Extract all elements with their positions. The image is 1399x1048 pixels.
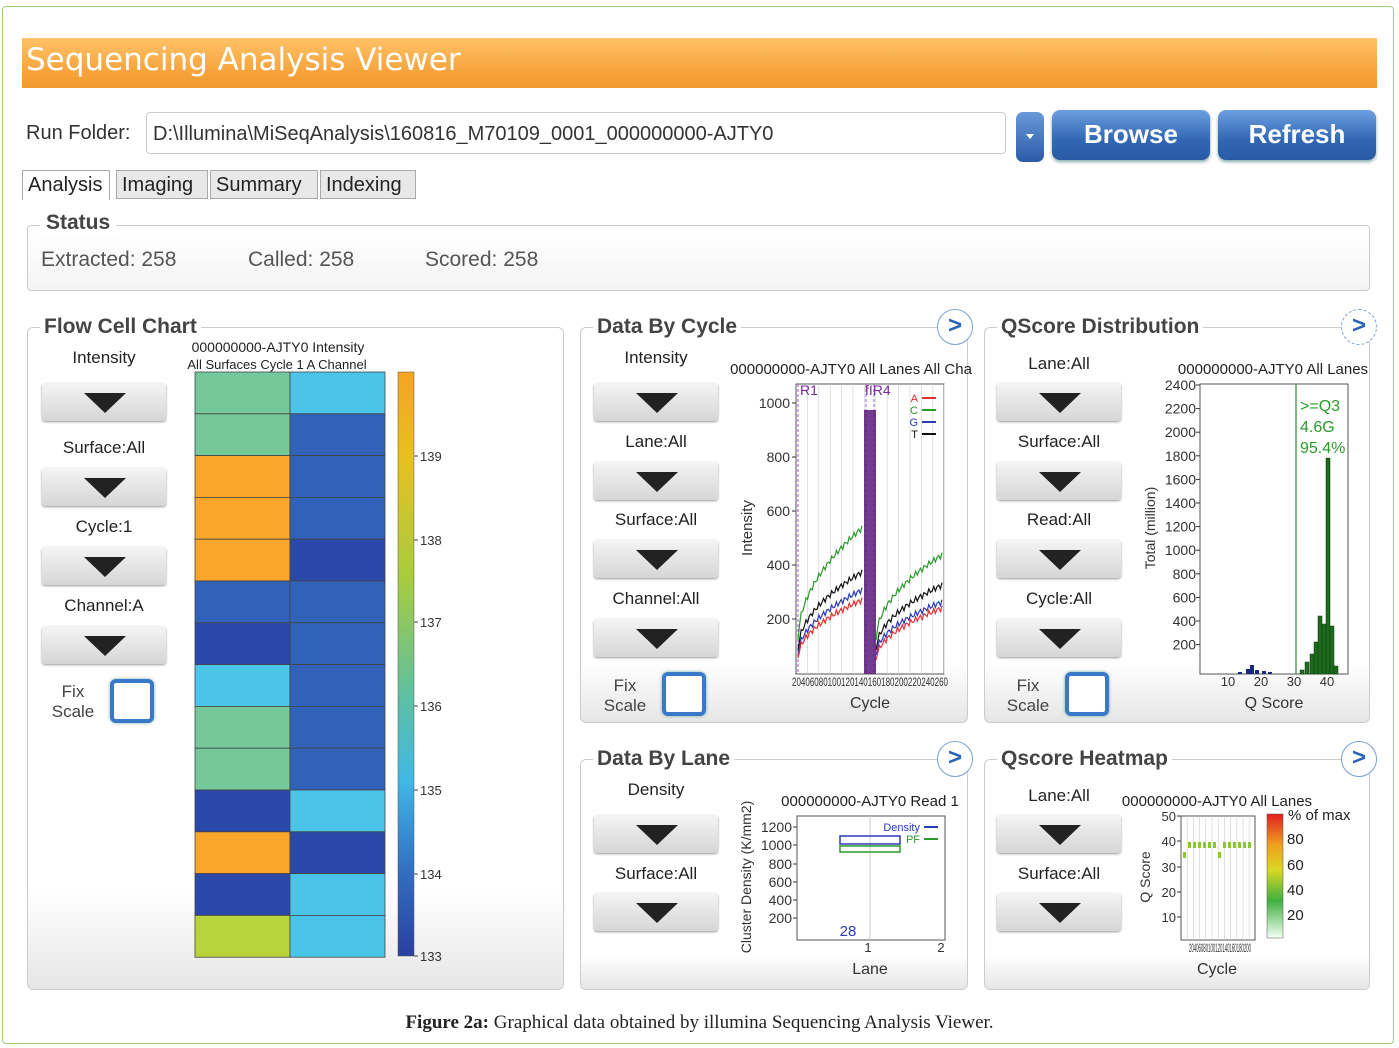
flowcell-tile — [289, 496, 386, 540]
cycle-lane-dropdown[interactable] — [594, 462, 718, 500]
cycle-surface-dropdown[interactable] — [594, 540, 718, 578]
qdist-surface-label: Surface:All — [1017, 432, 1101, 451]
flowcell-scale-tick-label: 135 — [420, 783, 442, 798]
flowcell-tile — [194, 371, 291, 415]
flowcell-tile — [194, 873, 291, 916]
flowcell-scale-tick-label: 134 — [420, 867, 442, 882]
data-by-cycle-title: Data By Cycle — [593, 315, 742, 339]
cycle-fix-scale-checkbox[interactable] — [662, 672, 706, 716]
flowcell-scale-tick-label: 138 — [420, 533, 442, 548]
heatmap-surface-dropdown[interactable] — [997, 893, 1121, 931]
flowcell-tile — [289, 789, 386, 833]
flowcell-tile — [194, 622, 291, 665]
flowcell-tile — [194, 915, 291, 958]
flowcell-tile — [289, 873, 386, 916]
flowcell-tile — [194, 580, 291, 624]
cycle-metric-dropdown[interactable] — [594, 383, 718, 421]
lane-surface-dropdown[interactable] — [594, 893, 718, 931]
flowcell-tile — [289, 831, 386, 874]
qdist-surface-dropdown[interactable] — [997, 462, 1121, 500]
qscore-heatmap-title: Qscore Heatmap — [997, 747, 1172, 771]
qdist-fix-scale-label: Fix Scale — [1006, 676, 1050, 715]
flowcell-tile — [194, 538, 291, 582]
flowcell-tile — [194, 413, 291, 456]
qdist-cycle-label: Cycle:All — [1025, 589, 1093, 608]
flowcell-tile — [289, 580, 386, 624]
cycle-surface-label: Surface:All — [614, 510, 698, 529]
figure-caption: Figure 2a: Graphical data obtained by il… — [405, 1012, 994, 1033]
heatmap-lane-label: Lane:All — [1028, 786, 1090, 805]
flowcell-tile — [289, 455, 386, 498]
flowcell-tile — [289, 747, 386, 791]
cycle-metric-label: Intensity — [624, 348, 688, 367]
cycle-lane-label: Lane:All — [625, 432, 687, 451]
flowcell-scale-ticks: 139 138 137 136 135 134 133 — [414, 449, 442, 964]
flowcell-tile — [194, 747, 291, 791]
flowcell-tile — [289, 915, 386, 958]
flowcell-tile — [289, 706, 386, 749]
qdist-cycle-dropdown[interactable] — [997, 619, 1121, 657]
flowcell-tile — [194, 496, 291, 540]
qscore-distribution-title: QScore Distribution — [997, 315, 1204, 339]
flowcell-tile — [194, 664, 291, 707]
cycle-channel-dropdown[interactable] — [594, 619, 718, 657]
lane-surface-label: Surface:All — [614, 864, 698, 883]
flowcell-tile — [289, 538, 386, 582]
qdist-lane-dropdown[interactable] — [997, 383, 1121, 421]
flowcell-tile — [289, 371, 386, 415]
qdist-fix-scale-checkbox[interactable] — [1065, 672, 1109, 716]
flowcell-chart-title-2: All Surfaces Cycle 1 A Channel — [187, 357, 366, 372]
flowcell-tile — [194, 789, 291, 833]
flowcell-tile — [194, 831, 291, 874]
flowcell-color-scale — [397, 371, 415, 957]
flowcell-scale-tick-label: 139 — [420, 449, 442, 464]
flowcell-scale-tick-label: 136 — [420, 699, 442, 714]
data-by-lane-expand-button[interactable]: > — [937, 741, 973, 777]
flowcell-grid — [194, 371, 386, 958]
lane-metric-dropdown[interactable] — [594, 815, 718, 853]
qdist-lane-label: Lane:All — [1028, 354, 1090, 373]
cycle-channel-label: Channel:All — [612, 589, 700, 608]
flowcell-tile — [289, 622, 386, 665]
flowcell-scale-tick-label: 137 — [420, 615, 442, 630]
cycle-fix-scale-label: Fix Scale — [603, 676, 647, 715]
flowcell-tile — [194, 706, 291, 749]
lane-metric-label: Density — [627, 780, 685, 799]
heatmap-lane-dropdown[interactable] — [997, 815, 1121, 853]
flowcell-scale-tick-label: 133 — [420, 949, 442, 964]
heatmap-surface-label: Surface:All — [1017, 864, 1101, 883]
qdist-read-label: Read:All — [1026, 510, 1092, 529]
flowcell-tile — [289, 413, 386, 456]
qdist-read-dropdown[interactable] — [997, 540, 1121, 578]
data-by-cycle-expand-button[interactable]: > — [937, 309, 973, 345]
qscore-distribution-expand-button[interactable]: > — [1341, 309, 1377, 345]
flowcell-tile — [289, 664, 386, 707]
flowcell-chart-title-1: 000000000-AJTY0 Intensity — [192, 339, 365, 355]
flowcell-tile — [194, 455, 291, 498]
data-by-lane-title: Data By Lane — [593, 747, 735, 771]
qscore-heatmap-expand-button[interactable]: > — [1341, 741, 1377, 777]
